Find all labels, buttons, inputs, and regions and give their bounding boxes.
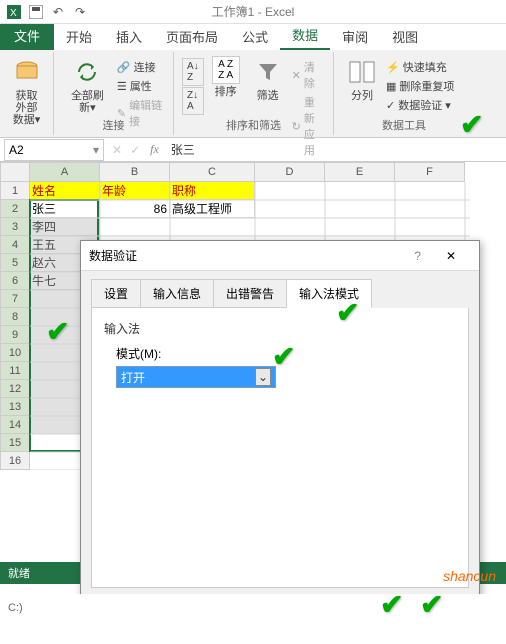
chevron-down-icon[interactable]: ⌄ xyxy=(255,368,271,386)
dup-icon: ▦ xyxy=(386,80,396,93)
tab-data[interactable]: 数据 xyxy=(280,21,330,50)
save-icon[interactable] xyxy=(26,2,46,22)
row-10[interactable]: 10 xyxy=(0,344,30,362)
database-icon xyxy=(11,56,43,88)
close-button[interactable]: ✕ xyxy=(431,249,471,263)
flash-fill-button[interactable]: ⚡快速填充 xyxy=(384,58,456,76)
row-6[interactable]: 6 xyxy=(0,272,30,290)
row-12[interactable]: 12 xyxy=(0,380,30,398)
tab-settings[interactable]: 设置 xyxy=(91,279,141,308)
sort-filter-group-label: 排序和筛选 xyxy=(174,117,333,133)
row-15[interactable]: 15 xyxy=(0,434,30,452)
get-data-label: 获取 外部数据▾ xyxy=(12,90,41,126)
status-text: 就绪 xyxy=(8,565,30,581)
dialog-body: 输入法 模式(M): 打开 ⌄ xyxy=(91,308,469,588)
validation-icon: ✓ xyxy=(386,99,395,112)
sort-az-button[interactable]: A↓Z xyxy=(182,58,204,86)
refresh-icon xyxy=(71,56,103,88)
tab-layout[interactable]: 页面布局 xyxy=(154,23,230,50)
help-button[interactable]: ? xyxy=(414,249,421,263)
tab-ime-mode[interactable]: 输入法模式 xyxy=(286,279,372,308)
select-all-corner[interactable] xyxy=(0,162,30,182)
mode-value: 打开 xyxy=(121,369,145,386)
tab-input-message[interactable]: 输入信息 xyxy=(140,279,214,308)
get-external-data-button[interactable]: 获取 外部数据▾ xyxy=(6,54,47,128)
row-13[interactable]: 13 xyxy=(0,398,30,416)
app-title: 工作簿1 - Excel xyxy=(212,3,295,20)
row-14[interactable]: 14 xyxy=(0,416,30,434)
footer-area: C:) xyxy=(0,594,506,644)
ribbon-tabs: 文件 开始 插入 页面布局 公式 数据 审阅 视图 xyxy=(0,24,506,50)
cancel-formula-icon[interactable]: ✕ xyxy=(108,143,126,157)
undo-icon[interactable]: ↶ xyxy=(48,2,68,22)
tab-file[interactable]: 文件 xyxy=(0,21,54,50)
refresh-label: 全部刷新▾ xyxy=(66,90,109,114)
remove-duplicates-button[interactable]: ▦删除重复项 xyxy=(384,77,456,95)
row-3[interactable]: 3 xyxy=(0,218,30,236)
tab-home[interactable]: 开始 xyxy=(54,23,104,50)
ribbon: 获取 外部数据▾ 全部刷新▾ 🔗连接 ☰属性 ✎编辑链接 连接 A↓Z Z↓A … xyxy=(0,50,506,138)
cell-C1[interactable]: 职称 xyxy=(170,182,255,200)
sort-icon: A ZZ A xyxy=(212,56,240,84)
connections-group-label: 连接 xyxy=(54,117,173,133)
clear-icon: ✕ xyxy=(292,69,301,82)
row-4[interactable]: 4 xyxy=(0,236,30,254)
titlebar: X ↶ ↷ 工作簿1 - Excel xyxy=(0,0,506,24)
chevron-down-icon[interactable]: ▾ xyxy=(93,143,99,157)
footer-text: C:) xyxy=(8,602,498,614)
row-1[interactable]: 1 xyxy=(0,182,30,200)
clear-filter-button[interactable]: ✕清除 xyxy=(290,58,327,92)
dialog-title: 数据验证 xyxy=(89,247,137,264)
link-icon: 🔗 xyxy=(117,61,131,74)
cell-C2[interactable]: 高级工程师 xyxy=(170,200,255,218)
dialog-tabs: 设置 输入信息 出错警告 输入法模式 xyxy=(81,271,479,308)
cell-A1[interactable]: 姓名 xyxy=(30,182,100,200)
col-B[interactable]: B xyxy=(100,162,170,182)
col-D[interactable]: D xyxy=(255,162,325,182)
row-8[interactable]: 8 xyxy=(0,308,30,326)
cell-B2[interactable]: 86 xyxy=(100,200,170,218)
tab-error-alert[interactable]: 出错警告 xyxy=(213,279,287,308)
name-box[interactable]: A2▾ xyxy=(4,139,104,161)
quick-access-toolbar: X ↶ ↷ xyxy=(4,2,90,22)
mode-select[interactable]: 打开 ⌄ xyxy=(116,366,276,388)
text-to-columns-button[interactable]: 分列 xyxy=(340,54,384,114)
row-7[interactable]: 7 xyxy=(0,290,30,308)
sort-za-button[interactable]: Z↓A xyxy=(182,87,204,115)
data-validation-button[interactable]: ✓数据验证 ▾ xyxy=(384,96,456,114)
enter-formula-icon[interactable]: ✓ xyxy=(126,143,144,157)
col-C[interactable]: C xyxy=(170,162,255,182)
tab-review[interactable]: 审阅 xyxy=(330,23,380,50)
filter-icon xyxy=(252,56,284,88)
tab-view[interactable]: 视图 xyxy=(380,23,430,50)
ime-section-label: 输入法 xyxy=(104,320,456,337)
mode-label: 模式(M): xyxy=(116,345,456,362)
data-validation-dialog: 数据验证 ? ✕ 设置 输入信息 出错警告 输入法模式 输入法 模式(M): 打… xyxy=(80,240,480,620)
col-F[interactable]: F xyxy=(395,162,465,182)
row-2[interactable]: 2 xyxy=(0,200,30,218)
row-11[interactable]: 11 xyxy=(0,362,30,380)
props-icon: ☰ xyxy=(117,80,127,93)
cell-B1[interactable]: 年龄 xyxy=(100,182,170,200)
connections-button[interactable]: 🔗连接 xyxy=(115,58,167,76)
columns-icon xyxy=(346,56,378,88)
watermark: shancun xyxy=(443,568,496,584)
flash-icon: ⚡ xyxy=(386,61,400,74)
row-headers: 1 2 3 4 5 6 7 8 9 10 11 12 13 14 15 16 xyxy=(0,182,30,470)
col-A[interactable]: A xyxy=(30,162,100,182)
properties-button[interactable]: ☰属性 xyxy=(115,77,167,95)
row-5[interactable]: 5 xyxy=(0,254,30,272)
col-E[interactable]: E xyxy=(325,162,395,182)
data-tools-group-label: 数据工具 xyxy=(334,117,474,133)
excel-icon[interactable]: X xyxy=(4,2,24,22)
row-9[interactable]: 9 xyxy=(0,326,30,344)
cell-A2[interactable]: 张三 xyxy=(30,200,100,218)
row-16[interactable]: 16 xyxy=(0,452,30,470)
dialog-titlebar[interactable]: 数据验证 ? ✕ xyxy=(81,241,479,271)
fx-icon[interactable]: fx xyxy=(144,142,165,157)
tab-insert[interactable]: 插入 xyxy=(104,23,154,50)
tab-formulas[interactable]: 公式 xyxy=(230,23,280,50)
redo-icon[interactable]: ↷ xyxy=(70,2,90,22)
svg-text:X: X xyxy=(10,8,17,19)
